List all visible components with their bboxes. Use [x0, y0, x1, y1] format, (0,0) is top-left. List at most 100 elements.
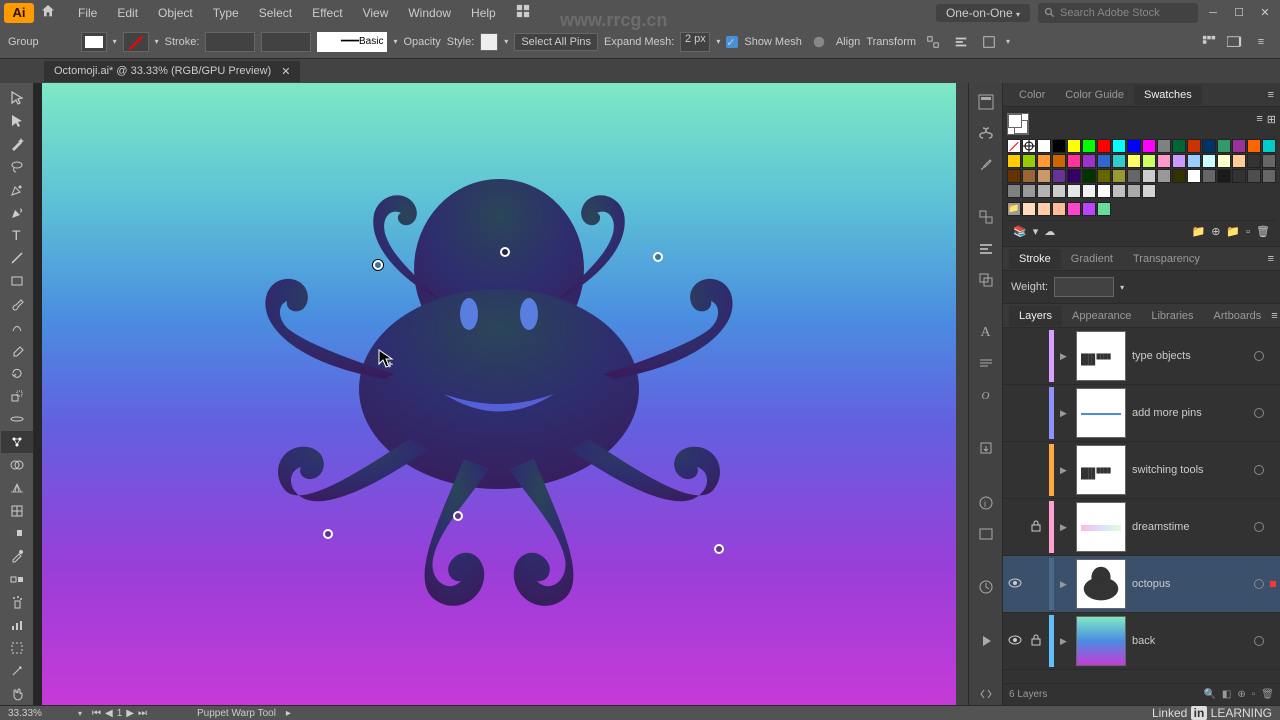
- delete-swatch-icon[interactable]: 🗑: [1256, 225, 1270, 238]
- symbols-panel-icon[interactable]: [974, 122, 998, 143]
- target-icon[interactable]: [1254, 351, 1264, 361]
- swatch[interactable]: [1112, 184, 1126, 198]
- layer-row[interactable]: ▶ back: [1003, 613, 1280, 670]
- fill-swatch[interactable]: [81, 32, 107, 52]
- layer-name[interactable]: switching tools: [1132, 464, 1248, 476]
- swatch[interactable]: [1172, 154, 1186, 168]
- tab-libraries[interactable]: Libraries: [1141, 306, 1203, 326]
- swatch-grid[interactable]: 📁: [1007, 139, 1276, 216]
- expand-layer-icon[interactable]: ▶: [1060, 522, 1070, 533]
- mesh-tool[interactable]: [1, 500, 33, 522]
- character-panel-icon[interactable]: A: [974, 323, 998, 344]
- swatch[interactable]: [1097, 154, 1111, 168]
- swatch[interactable]: [1022, 202, 1036, 216]
- maximize-icon[interactable]: ☐: [1228, 3, 1250, 23]
- make-clipping-mask-icon[interactable]: ◧: [1222, 689, 1231, 700]
- layer-row[interactable]: ▶████ ████ ████switching tools: [1003, 442, 1280, 499]
- layer-name[interactable]: back: [1132, 635, 1248, 647]
- swatch[interactable]: [1022, 154, 1036, 168]
- swatch[interactable]: [1082, 184, 1096, 198]
- create-sublayer-icon[interactable]: ⊕: [1237, 689, 1245, 700]
- lasso-tool[interactable]: [1, 156, 33, 178]
- swatch[interactable]: [1097, 202, 1111, 216]
- swatch[interactable]: [1262, 169, 1276, 183]
- swatch[interactable]: [1247, 139, 1261, 153]
- status-dropdown-icon[interactable]: ▸: [286, 708, 291, 719]
- swatch[interactable]: [1097, 139, 1111, 153]
- symbol-sprayer-tool[interactable]: [1, 591, 33, 613]
- width-tool[interactable]: [1, 408, 33, 430]
- prev-artboard-icon[interactable]: ◀: [105, 708, 113, 719]
- swatch[interactable]: [1157, 154, 1171, 168]
- shaper-tool[interactable]: [1, 316, 33, 338]
- swatch[interactable]: [1187, 154, 1201, 168]
- pen-tool[interactable]: [1, 179, 33, 201]
- info-panel-icon[interactable]: i: [974, 492, 998, 513]
- swatch[interactable]: [1217, 169, 1231, 183]
- tab-close-icon[interactable]: ✕: [281, 65, 290, 78]
- swatch[interactable]: [1007, 154, 1021, 168]
- menu-help[interactable]: Help: [461, 2, 506, 24]
- tab-stroke[interactable]: Stroke: [1009, 249, 1061, 269]
- app-icon[interactable]: Ai: [4, 3, 34, 23]
- swatch[interactable]: [1097, 184, 1111, 198]
- new-color-group-icon[interactable]: 📁: [1192, 225, 1206, 238]
- swatch[interactable]: [1097, 169, 1111, 183]
- swatch[interactable]: [1082, 139, 1096, 153]
- canvas-scrollbar-v[interactable]: [956, 83, 968, 705]
- minimize-icon[interactable]: ─: [1202, 3, 1224, 23]
- snap-icon[interactable]: [1224, 32, 1246, 52]
- swatch[interactable]: [1052, 139, 1066, 153]
- swatch[interactable]: [1067, 184, 1081, 198]
- swatch[interactable]: [1052, 169, 1066, 183]
- paragraph-panel-icon[interactable]: [974, 354, 998, 375]
- column-graph-tool[interactable]: [1, 614, 33, 636]
- swatch[interactable]: [1247, 169, 1261, 183]
- delete-layer-icon[interactable]: 🗑: [1261, 689, 1274, 700]
- style-swatch[interactable]: [480, 33, 498, 51]
- expand-layer-icon[interactable]: ▶: [1060, 636, 1070, 647]
- swatch[interactable]: [1037, 184, 1051, 198]
- swatch[interactable]: [1127, 154, 1141, 168]
- blend-tool[interactable]: [1, 568, 33, 590]
- swatch[interactable]: [1217, 139, 1231, 153]
- css-panel-icon[interactable]: [974, 684, 998, 705]
- swatch[interactable]: [1037, 154, 1051, 168]
- swatch[interactable]: [1022, 184, 1036, 198]
- align-label[interactable]: Align: [836, 36, 860, 48]
- transform-label[interactable]: Transform: [866, 36, 916, 48]
- layer-thumbnail[interactable]: [1076, 388, 1126, 438]
- menu-object[interactable]: Object: [148, 2, 203, 24]
- scale-tool[interactable]: [1, 385, 33, 407]
- swatch[interactable]: [1112, 169, 1126, 183]
- puppet-pin[interactable]: [453, 511, 463, 521]
- rotate-tool[interactable]: [1, 362, 33, 384]
- document-tab[interactable]: Octomoji.ai* @ 33.33% (RGB/GPU Preview) …: [44, 61, 300, 82]
- swatch[interactable]: [1007, 169, 1021, 183]
- show-mesh-checkbox[interactable]: ✓: [726, 36, 738, 48]
- recolor-icon[interactable]: [808, 32, 830, 52]
- layer-name[interactable]: type objects: [1132, 350, 1248, 362]
- swatch[interactable]: [1172, 139, 1186, 153]
- locate-object-icon[interactable]: 🔍: [1203, 689, 1215, 700]
- swatch[interactable]: [1052, 154, 1066, 168]
- slice-tool[interactable]: [1, 660, 33, 682]
- stroke-weight-input[interactable]: [1054, 277, 1114, 297]
- new-layer-icon[interactable]: ▫: [1252, 689, 1256, 700]
- swatch[interactable]: [1217, 154, 1231, 168]
- isolate-icon[interactable]: [922, 32, 944, 52]
- artboard-number[interactable]: 1: [117, 708, 123, 719]
- puppet-pin[interactable]: [714, 544, 724, 554]
- swatch[interactable]: [1172, 169, 1186, 183]
- paintbrush-tool[interactable]: [1, 293, 33, 315]
- opentype-panel-icon[interactable]: O: [974, 385, 998, 406]
- swatch[interactable]: [1202, 154, 1216, 168]
- expand-layer-icon[interactable]: ▶: [1060, 408, 1070, 419]
- swatch[interactable]: [1142, 184, 1156, 198]
- layer-thumbnail[interactable]: [1076, 559, 1126, 609]
- puppet-pin[interactable]: [500, 247, 510, 257]
- visibility-toggle[interactable]: [1007, 578, 1023, 591]
- artboard[interactable]: +: [42, 83, 956, 705]
- target-icon[interactable]: [1254, 408, 1264, 418]
- last-artboard-icon[interactable]: ⏭: [138, 708, 147, 719]
